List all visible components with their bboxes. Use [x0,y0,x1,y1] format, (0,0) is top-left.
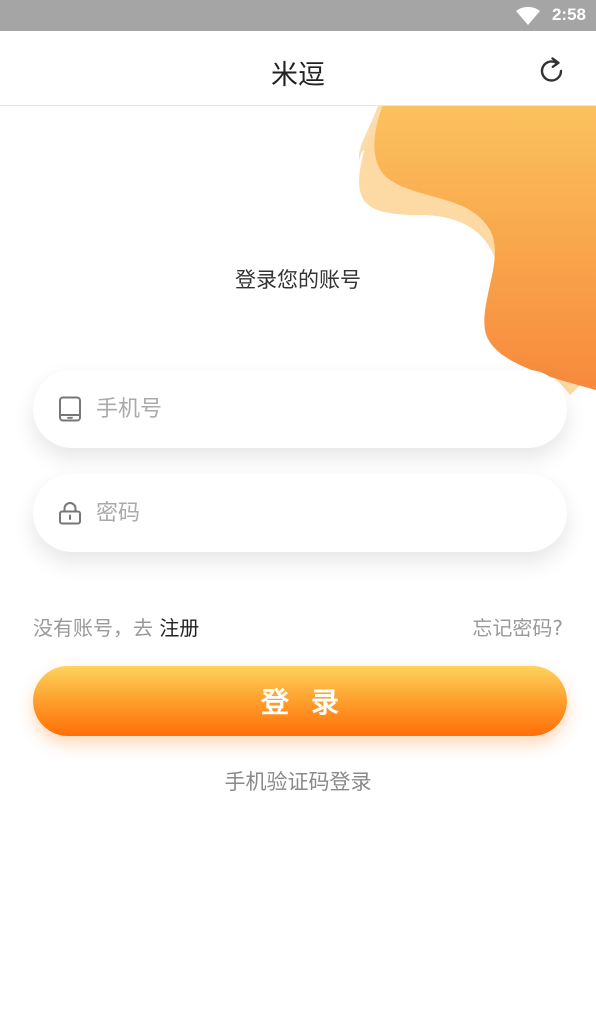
phone-icon [59,396,81,422]
phone-field[interactable] [33,370,567,448]
phone-input[interactable] [96,396,526,422]
login-button[interactable]: 登录 [33,666,567,736]
login-heading: 登录您的账号 [235,268,361,292]
password-input[interactable] [96,500,526,526]
register-link[interactable]: 注册 [159,616,199,640]
lock-icon [59,502,81,525]
sms-login-link[interactable]: 手机验证码登录 [0,766,596,796]
password-field[interactable] [33,474,567,552]
no-account-text: 没有账号，去 注册 [33,612,199,641]
wifi-icon [516,7,540,25]
status-time: 2:58 [551,5,586,24]
refresh-icon[interactable] [536,55,568,87]
page-title: 米逗 [271,60,325,91]
status-bar: 2:58 [0,0,596,31]
forgot-password-link[interactable]: 忘记密码? [472,612,563,641]
no-account-label: 没有账号，去 [33,616,153,640]
app-bar: 米逗 [0,31,596,106]
